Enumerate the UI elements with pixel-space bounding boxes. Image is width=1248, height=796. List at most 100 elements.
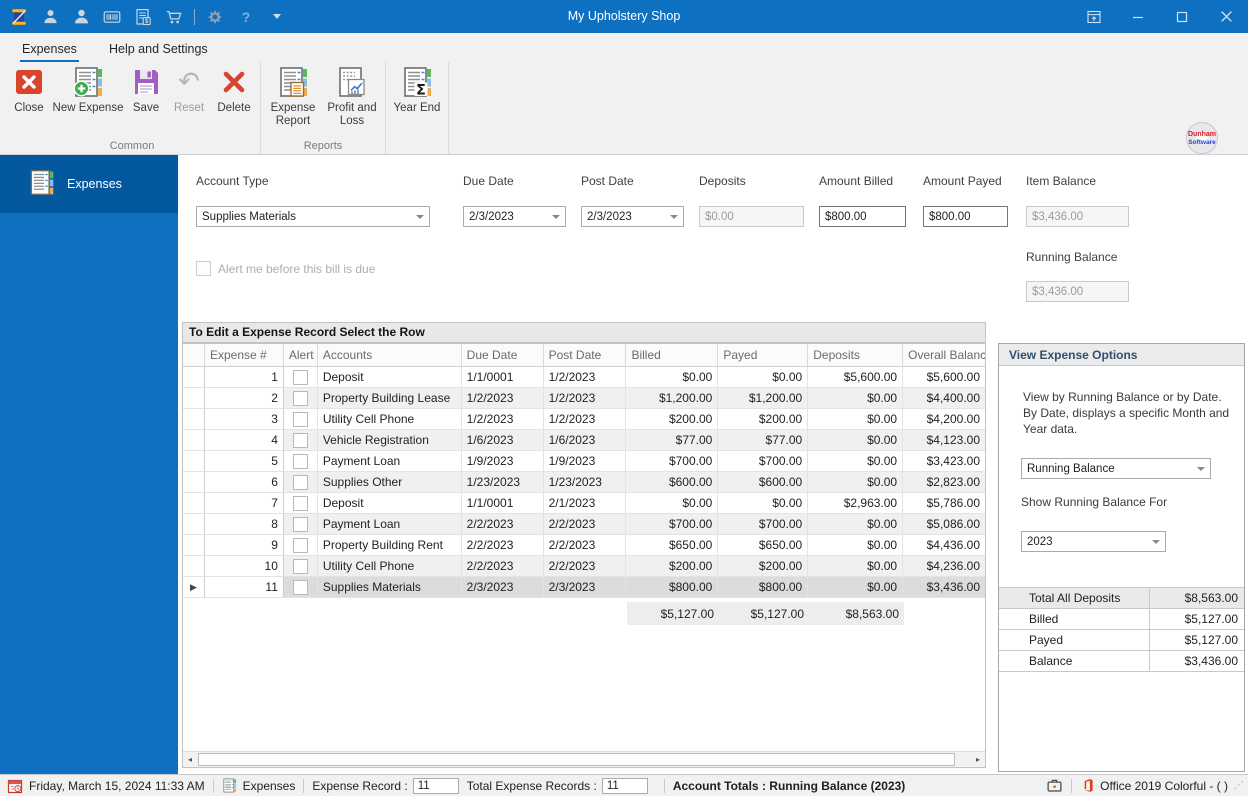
table-row[interactable]: 6 Supplies Other 1/23/2023 1/23/2023 $600.00… (183, 472, 985, 493)
shopping-cart-icon[interactable] (163, 6, 185, 28)
amount-payed-field[interactable]: $800.00 (923, 206, 1008, 227)
expense-report-button[interactable]: Expense Report (264, 62, 322, 128)
table-row[interactable]: 3 Utility Cell Phone 1/2/2023 1/2/2023 $200.… (183, 409, 985, 430)
alert-checkbox[interactable] (292, 369, 308, 385)
row-select-indicator (183, 556, 205, 577)
ribbon-group-reports: Expense Report Profit and Loss Reports (261, 62, 386, 154)
profit-and-loss-button[interactable]: Profit and Loss (322, 62, 382, 128)
ribbon-group-label-empty (389, 138, 445, 154)
running-balance-label: Running Balance (1026, 250, 1118, 264)
table-row[interactable]: ▶ 11 Supplies Materials 2/3/2023 2/3/2023 $80… (183, 577, 985, 598)
alert-checkbox[interactable] (292, 579, 308, 595)
table-row[interactable]: 4 Vehicle Registration 1/6/2023 1/6/2023 $77… (183, 430, 985, 451)
total-payed: $5,127.00 (719, 602, 809, 625)
close-button[interactable]: Close (7, 62, 51, 115)
account-type-combo[interactable]: Supplies Materials (196, 206, 430, 227)
barcode-icon[interactable] (101, 6, 123, 28)
due-date-cell: 1/23/2023 (461, 472, 544, 493)
year-combo[interactable]: 2023 (1021, 531, 1166, 552)
person-alt-icon[interactable] (70, 6, 92, 28)
due-date-cell: 2/2/2023 (461, 556, 544, 577)
scroll-left-icon[interactable]: ◂ (183, 752, 197, 767)
status-separator (212, 778, 214, 793)
table-row[interactable]: 5 Payment Loan 1/9/2023 1/9/2023 $700.00 $700… (183, 451, 985, 472)
scroll-right-icon[interactable]: ▸ (971, 752, 985, 767)
column-header-overall-balance[interactable]: Overall Balance (903, 344, 985, 366)
new-expense-button[interactable]: New Expense (51, 62, 125, 115)
post-date-label: Post Date (581, 174, 634, 188)
overall-balance-cell: $2,823.00 (903, 472, 985, 493)
sidebar-item-expenses[interactable]: Expenses (0, 155, 178, 213)
alert-checkbox[interactable] (292, 495, 308, 511)
ribbon-group-common: Close New Expense Save ↶ Reset Delete Co… (4, 62, 261, 154)
table-row[interactable]: 8 Payment Loan 2/2/2023 2/2/2023 $700.00 $700… (183, 514, 985, 535)
person-icon[interactable] (39, 6, 61, 28)
total-billed: $5,127.00 (627, 602, 719, 625)
close-window-icon[interactable] (1204, 0, 1248, 33)
alert-checkbox[interactable] (292, 516, 308, 532)
scrollbar-thumb[interactable] (198, 753, 955, 766)
alert-checkbox[interactable] (292, 558, 308, 574)
resize-grip[interactable]: ⋰ (1234, 780, 1244, 791)
column-header-expense-number[interactable]: Expense # (205, 344, 284, 366)
amount-billed-field[interactable]: $800.00 (819, 206, 906, 227)
alert-checkbox[interactable] (292, 411, 308, 427)
expense-number-cell: 4 (204, 430, 284, 451)
settings-gear-icon[interactable] (204, 6, 226, 28)
alert-checkbox[interactable] (292, 474, 308, 490)
view-mode-combo[interactable]: Running Balance (1021, 458, 1211, 479)
alert-checkbox[interactable] (292, 453, 308, 469)
table-row[interactable]: 2 Property Building Lease 1/2/2023 1/2/2023… (183, 388, 985, 409)
help-icon[interactable]: ? (235, 6, 257, 28)
expense-number-cell: 5 (204, 451, 284, 472)
due-date-cell: 1/1/0001 (461, 493, 544, 514)
payed-cell: $700.00 (718, 514, 809, 535)
office-theme-label[interactable]: Office 2019 Colorful - ( ) (1100, 779, 1228, 793)
chevron-down-icon (416, 215, 424, 219)
table-row[interactable]: 7 Deposit 1/1/0001 2/1/2023 $0.00 $0.00 $2,963… (183, 493, 985, 514)
alert-checkbox[interactable] (292, 537, 308, 553)
minimize-icon[interactable] (1116, 0, 1160, 33)
invoice-icon[interactable]: $ (132, 6, 154, 28)
reset-button[interactable]: ↶ Reset (167, 62, 211, 115)
due-date-picker[interactable]: 2/3/2023 (463, 206, 566, 227)
save-button[interactable]: Save (125, 62, 167, 115)
column-header-payed[interactable]: Payed (718, 344, 809, 366)
column-header-deposits[interactable]: Deposits (808, 344, 904, 366)
maximize-icon[interactable] (1160, 0, 1204, 33)
alert-checkbox[interactable] (292, 390, 308, 406)
status-expenses-icon (222, 778, 237, 793)
column-header-due-date[interactable]: Due Date (462, 344, 544, 366)
toolbar-dropdown-icon[interactable] (266, 6, 288, 28)
year-end-button[interactable]: Σ Year End (389, 62, 445, 115)
tab-expenses[interactable]: Expenses (20, 37, 79, 62)
app-logo-spool-icon (8, 6, 30, 28)
table-row[interactable]: 1 Deposit 1/1/0001 1/2/2023 $0.00 $0.00 $5,600… (183, 367, 985, 388)
horizontal-scrollbar[interactable]: ◂ ▸ (183, 751, 985, 767)
post-date-cell: 1/9/2023 (543, 451, 627, 472)
post-date-cell: 2/2/2023 (543, 556, 627, 577)
column-header-post-date[interactable]: Post Date (544, 344, 627, 366)
total-records-value[interactable]: 11 (601, 777, 648, 794)
due-date-cell: 1/6/2023 (461, 430, 544, 451)
column-header-accounts[interactable]: Accounts (318, 344, 462, 366)
ribbon-display-options-icon[interactable] (1072, 0, 1116, 33)
briefcase-icon[interactable] (1046, 777, 1063, 794)
post-date-picker[interactable]: 2/3/2023 (581, 206, 684, 227)
column-header-billed[interactable]: Billed (626, 344, 719, 366)
alert-before-due-checkbox[interactable]: Alert me before this bill is due (196, 261, 375, 276)
deposits-cell: $0.00 (808, 430, 904, 451)
column-header-alert[interactable]: Alert (284, 344, 318, 366)
totals-row-payed: Payed $5,127.00 (999, 630, 1244, 651)
tab-help-and-settings[interactable]: Help and Settings (107, 37, 210, 62)
expense-record-value[interactable]: 11 (412, 777, 459, 794)
table-row[interactable]: 9 Property Building Rent 2/2/2023 2/2/2023 $… (183, 535, 985, 556)
delete-button[interactable]: Delete (211, 62, 257, 115)
totals-row-deposits: Total All Deposits $8,563.00 (999, 588, 1244, 609)
alert-cell (283, 577, 318, 598)
accounts-cell: Payment Loan (317, 514, 462, 535)
table-row[interactable]: 10 Utility Cell Phone 2/2/2023 2/2/2023 $200… (183, 556, 985, 577)
alert-checkbox[interactable] (292, 432, 308, 448)
overall-balance-cell: $3,436.00 (903, 577, 985, 598)
svg-text:Σ: Σ (416, 82, 426, 98)
